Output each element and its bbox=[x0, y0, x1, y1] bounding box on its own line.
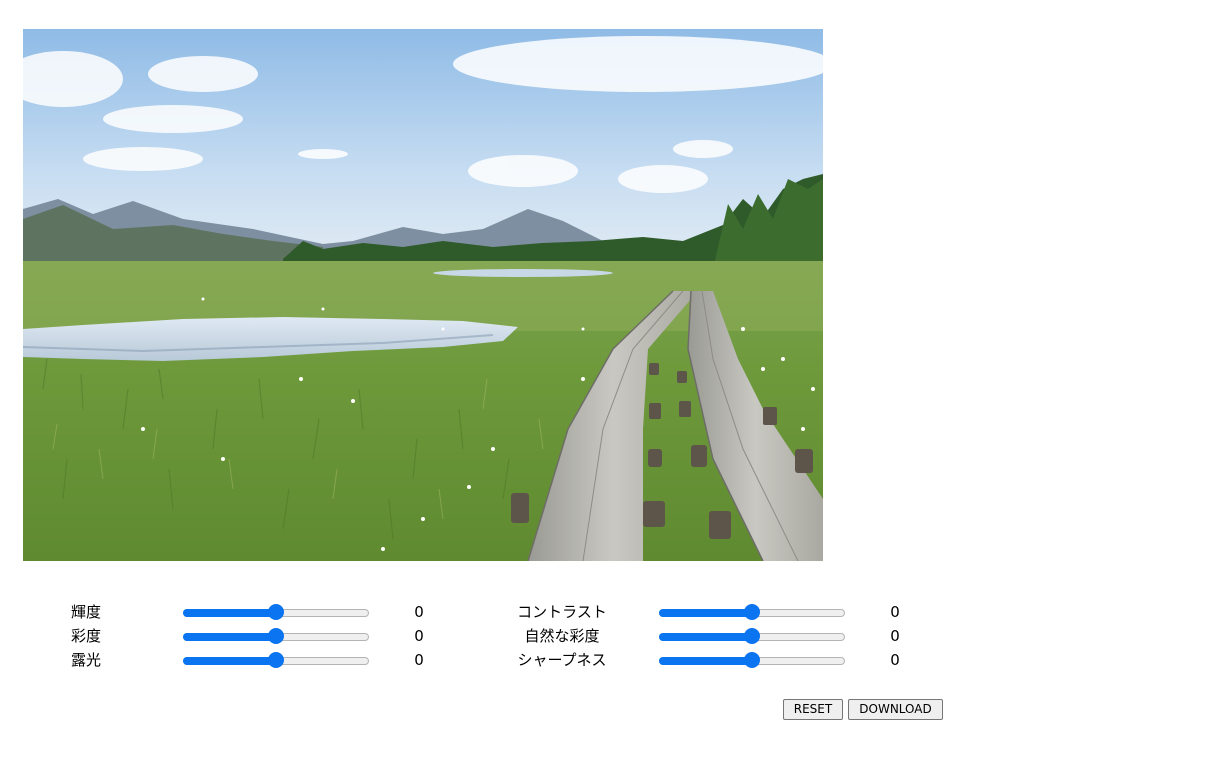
slider-thumb[interactable] bbox=[268, 604, 284, 620]
control-row: 彩度 0 自然な彩度 0 bbox=[0, 624, 1228, 648]
contrast-slider[interactable] bbox=[659, 604, 845, 620]
slider-thumb[interactable] bbox=[744, 652, 760, 668]
landscape-photo bbox=[23, 29, 823, 561]
vibrance-label: 自然な彩度 bbox=[524, 627, 600, 645]
brightness-slider[interactable] bbox=[183, 604, 369, 620]
sharpness-label: シャープネス bbox=[517, 651, 607, 669]
control-row: 露光 0 シャープネス 0 bbox=[0, 648, 1228, 672]
adjustment-panel: 輝度 0 コントラスト 0 彩度 0 自然な彩度 0 露光 0 シャープネス 0 bbox=[0, 600, 1228, 672]
contrast-value: 0 bbox=[890, 603, 900, 621]
slider-fill bbox=[183, 609, 276, 617]
sharpness-value: 0 bbox=[890, 651, 900, 669]
slider-thumb[interactable] bbox=[268, 628, 284, 644]
exposure-value: 0 bbox=[414, 651, 424, 669]
exposure-label: 露光 bbox=[70, 651, 101, 669]
slider-fill bbox=[183, 633, 276, 641]
preview-image bbox=[23, 29, 823, 561]
reset-button[interactable]: RESET bbox=[783, 699, 843, 720]
sharpness-slider[interactable] bbox=[659, 652, 845, 668]
exposure-slider[interactable] bbox=[183, 652, 369, 668]
slider-thumb[interactable] bbox=[744, 628, 760, 644]
saturation-slider[interactable] bbox=[183, 628, 369, 644]
vibrance-slider[interactable] bbox=[659, 628, 845, 644]
download-button[interactable]: DOWNLOAD bbox=[848, 699, 943, 720]
slider-fill bbox=[659, 609, 752, 617]
vibrance-value: 0 bbox=[890, 627, 900, 645]
slider-fill bbox=[183, 657, 276, 665]
slider-thumb[interactable] bbox=[744, 604, 760, 620]
contrast-label: コントラスト bbox=[517, 603, 607, 621]
brightness-value: 0 bbox=[414, 603, 424, 621]
control-row: 輝度 0 コントラスト 0 bbox=[0, 600, 1228, 624]
slider-fill bbox=[659, 657, 752, 665]
saturation-value: 0 bbox=[414, 627, 424, 645]
slider-thumb[interactable] bbox=[268, 652, 284, 668]
slider-fill bbox=[659, 633, 752, 641]
brightness-label: 輝度 bbox=[70, 603, 101, 621]
saturation-label: 彩度 bbox=[70, 627, 101, 645]
